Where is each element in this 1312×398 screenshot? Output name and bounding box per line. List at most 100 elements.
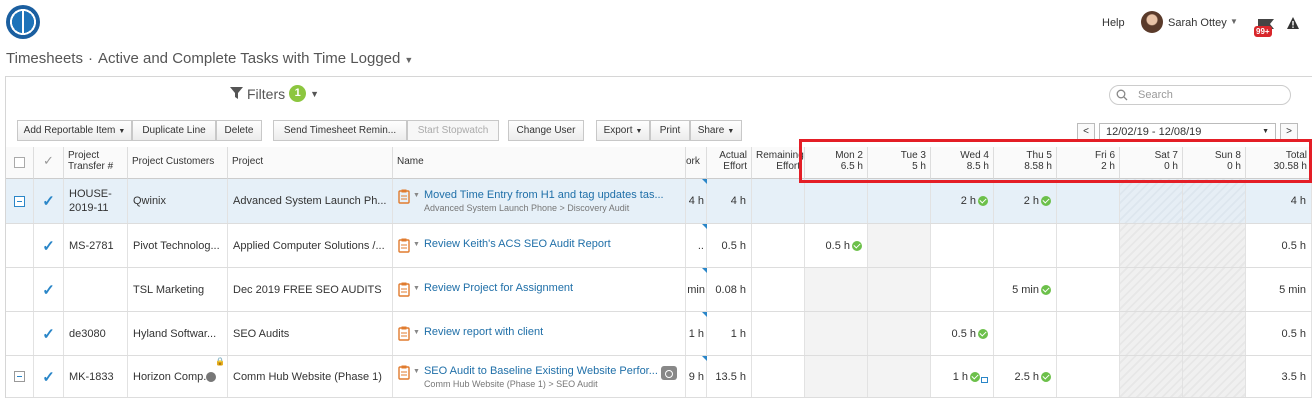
complete-cell[interactable]: ✓ bbox=[34, 312, 64, 355]
day-cell-sat[interactable] bbox=[1120, 224, 1183, 267]
col-actual-effort[interactable]: Actual Effort bbox=[707, 147, 752, 179]
chevron-down-icon[interactable]: ▼ bbox=[413, 241, 420, 248]
task-link[interactable]: Review Project for Assignment bbox=[424, 282, 573, 294]
remaining-effort-cell[interactable] bbox=[752, 356, 805, 397]
day-cell-tue[interactable] bbox=[868, 224, 931, 267]
table-row[interactable]: ✓ de3080 Hyland Softwar... SEO Audits ▼ … bbox=[6, 312, 1312, 356]
task-link[interactable]: Moved Time Entry from H1 and tag updates… bbox=[424, 189, 664, 201]
day-cell-fri[interactable] bbox=[1057, 312, 1120, 355]
task-link[interactable]: SEO Audit to Baseline Existing Website P… bbox=[424, 365, 658, 377]
col-day-thu[interactable]: Thu 5 8.58 h bbox=[994, 147, 1057, 179]
remaining-effort-cell[interactable] bbox=[752, 268, 805, 311]
col-day-sun[interactable]: Sun 80 h bbox=[1183, 147, 1246, 179]
export-button[interactable]: Export ▼ bbox=[596, 120, 650, 141]
day-cell-fri[interactable] bbox=[1057, 224, 1120, 267]
row-select-cell[interactable] bbox=[6, 312, 34, 355]
day-cell-mon[interactable] bbox=[805, 268, 868, 311]
col-day-sat[interactable]: Sat 70 h bbox=[1120, 147, 1183, 179]
col-project[interactable]: Project bbox=[228, 147, 393, 179]
day-cell-sat[interactable] bbox=[1120, 312, 1183, 355]
day-cell-wed[interactable]: 2 h bbox=[931, 179, 994, 223]
date-range-select[interactable]: 12/02/19 - 12/08/19 ▼ bbox=[1099, 123, 1276, 141]
next-week-button[interactable]: > bbox=[1280, 123, 1298, 141]
day-cell-wed[interactable] bbox=[931, 268, 994, 311]
col-remaining-effort[interactable]: Remaining Effort bbox=[752, 147, 805, 179]
table-row[interactable]: ✓ TSL Marketing Dec 2019 FREE SEO AUDITS… bbox=[6, 268, 1312, 312]
checkmark-icon[interactable]: ✓ bbox=[42, 192, 55, 210]
help-link[interactable]: Help bbox=[1102, 17, 1125, 29]
col-work[interactable]: ork bbox=[686, 147, 707, 179]
col-name[interactable]: Name bbox=[393, 147, 686, 179]
col-day-tue[interactable]: Tue 35 h bbox=[868, 147, 931, 179]
table-row[interactable]: ✓ MK-1833 Horizon Comp... 🔒 Comm Hub Web… bbox=[6, 356, 1312, 398]
table-row[interactable]: ✓ MS-2781 Pivot Technolog... Applied Com… bbox=[6, 224, 1312, 268]
user-name[interactable]: Sarah Ottey bbox=[1168, 17, 1227, 29]
row-select-cell[interactable] bbox=[6, 356, 34, 397]
chevron-down-icon[interactable]: ▼ bbox=[413, 368, 420, 375]
change-user-button[interactable]: Change User bbox=[508, 120, 584, 141]
day-cell-thu[interactable]: 5 min bbox=[994, 268, 1057, 311]
view-selector[interactable]: Active and Complete Tasks with Time Logg… bbox=[98, 50, 400, 67]
day-cell-thu[interactable]: 2.5 h bbox=[994, 356, 1057, 397]
col-day-mon[interactable]: Mon 2 6.5 h bbox=[805, 147, 868, 179]
warning-icon[interactable] bbox=[1286, 16, 1300, 30]
select-all-checkbox[interactable] bbox=[14, 157, 25, 168]
complete-cell[interactable]: ✓ bbox=[34, 356, 64, 397]
day-cell-sat[interactable] bbox=[1120, 268, 1183, 311]
name-cell[interactable]: ▼ Review Keith's ACS SEO Audit Report bbox=[393, 224, 686, 267]
day-cell-fri[interactable] bbox=[1057, 179, 1120, 223]
send-timesheet-reminder-button[interactable]: Send Timesheet Remin... bbox=[273, 120, 407, 141]
notification-badge[interactable]: 99+ bbox=[1254, 26, 1272, 37]
checkmark-icon[interactable]: ✓ bbox=[42, 368, 55, 386]
remaining-effort-cell[interactable] bbox=[752, 224, 805, 267]
day-cell-tue[interactable] bbox=[868, 356, 931, 397]
prev-week-button[interactable]: < bbox=[1077, 123, 1095, 141]
col-total[interactable]: Total 30.58 h bbox=[1246, 147, 1312, 179]
eye-icon[interactable] bbox=[661, 366, 677, 380]
chevron-down-icon[interactable]: ▼ bbox=[413, 285, 420, 292]
print-button[interactable]: Print bbox=[650, 120, 690, 141]
name-cell[interactable]: ▼ SEO Audit to Baseline Existing Website… bbox=[393, 356, 686, 397]
day-cell-sun[interactable] bbox=[1183, 268, 1246, 311]
remaining-effort-cell[interactable] bbox=[752, 312, 805, 355]
name-cell[interactable]: ▼ Review report with client bbox=[393, 312, 686, 355]
day-cell-wed[interactable]: 0.5 h bbox=[931, 312, 994, 355]
checkmark-icon[interactable]: ✓ bbox=[42, 281, 55, 299]
table-row[interactable]: ✓ HOUSE-2019-11 Qwinix Advanced System L… bbox=[6, 179, 1312, 224]
name-cell[interactable]: ▼ Review Project for Assignment bbox=[393, 268, 686, 311]
checkmark-icon[interactable]: ✓ bbox=[42, 237, 55, 255]
day-cell-wed[interactable]: 1 h bbox=[931, 356, 994, 397]
day-cell-mon[interactable] bbox=[805, 356, 868, 397]
search-input[interactable]: Search bbox=[1109, 85, 1291, 105]
chevron-down-icon[interactable]: ▼ bbox=[404, 55, 413, 65]
filters-toggle[interactable]: Filters 1 ▼ bbox=[230, 85, 319, 102]
remaining-effort-cell[interactable] bbox=[752, 179, 805, 223]
day-cell-tue[interactable] bbox=[868, 312, 931, 355]
row-checkbox[interactable] bbox=[14, 195, 25, 207]
checkmark-icon[interactable]: ✓ bbox=[42, 325, 55, 343]
chevron-down-icon[interactable]: ▼ bbox=[1230, 17, 1238, 26]
app-logo[interactable] bbox=[6, 5, 40, 39]
chevron-down-icon[interactable]: ▼ bbox=[413, 192, 420, 199]
day-cell-thu[interactable] bbox=[994, 224, 1057, 267]
complete-cell[interactable]: ✓ bbox=[34, 224, 64, 267]
day-cell-fri[interactable] bbox=[1057, 356, 1120, 397]
day-cell-thu[interactable] bbox=[994, 312, 1057, 355]
col-day-wed[interactable]: Wed 4 8.5 h bbox=[931, 147, 994, 179]
day-cell-sun[interactable] bbox=[1183, 179, 1246, 223]
day-cell-mon[interactable] bbox=[805, 312, 868, 355]
day-cell-mon[interactable] bbox=[805, 179, 868, 223]
day-cell-tue[interactable] bbox=[868, 268, 931, 311]
day-cell-sun[interactable] bbox=[1183, 224, 1246, 267]
page-title[interactable]: Timesheets · Active and Complete Tasks wit… bbox=[6, 50, 413, 67]
col-day-fri[interactable]: Fri 62 h bbox=[1057, 147, 1120, 179]
start-stopwatch-button[interactable]: Start Stopwatch bbox=[407, 120, 499, 141]
row-select-cell[interactable] bbox=[6, 224, 34, 267]
day-cell-sun[interactable] bbox=[1183, 312, 1246, 355]
arrow-circle-icon[interactable] bbox=[206, 371, 217, 382]
complete-cell[interactable]: ✓ bbox=[34, 268, 64, 311]
complete-cell[interactable]: ✓ bbox=[34, 179, 64, 223]
task-link[interactable]: Review report with client bbox=[424, 326, 543, 338]
add-reportable-item-button[interactable]: Add Reportable Item ▼ bbox=[17, 120, 132, 141]
row-select-cell[interactable] bbox=[6, 268, 34, 311]
